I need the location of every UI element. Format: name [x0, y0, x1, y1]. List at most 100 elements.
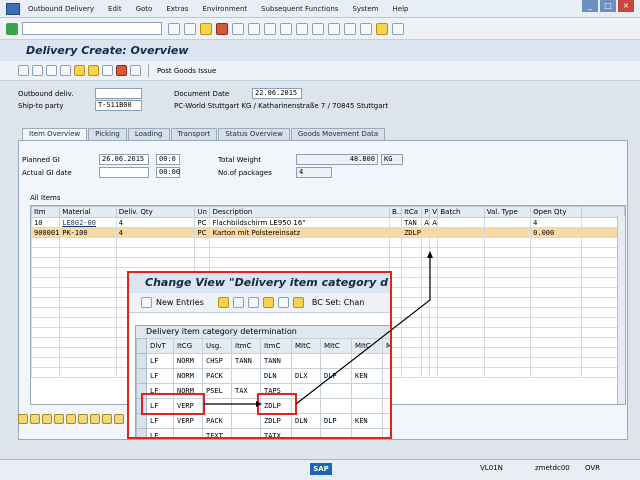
- status-system[interactable]: VL01N: [480, 464, 503, 472]
- batch-split-icon[interactable]: [78, 414, 88, 424]
- ov-cell[interactable]: [351, 398, 383, 414]
- ov-cell[interactable]: TANN: [260, 353, 292, 369]
- ov-cell[interactable]: VERP: [173, 398, 203, 414]
- ov-cell[interactable]: VERP: [173, 413, 203, 429]
- col-p[interactable]: P: [421, 206, 431, 218]
- ov-cell[interactable]: TATX: [260, 428, 292, 437]
- ov-cell[interactable]: TEXT: [202, 428, 232, 437]
- tab-loading[interactable]: Loading: [127, 128, 170, 140]
- minimize-icon[interactable]: _: [582, 0, 598, 12]
- command-field[interactable]: [22, 22, 162, 35]
- ov-cell[interactable]: TANN: [231, 353, 261, 369]
- ov-col-m[interactable]: M: [381, 338, 390, 354]
- ov-cell[interactable]: LF: [146, 383, 174, 399]
- ov-col-itcg[interactable]: ItCG: [173, 338, 203, 354]
- select-all-icon[interactable]: [262, 297, 274, 308]
- select-all-icon[interactable]: [18, 414, 28, 424]
- close-icon[interactable]: ×: [618, 0, 634, 12]
- sort-icon[interactable]: [102, 414, 112, 424]
- cell-v[interactable]: [429, 227, 439, 238]
- row-selector-header[interactable]: [136, 338, 147, 354]
- ov-row[interactable]: LF NORM PSEL TAX TAPS: [136, 383, 390, 399]
- ov-cell[interactable]: CHSP: [202, 353, 232, 369]
- ov-row[interactable]: LF NORM CHSP TANN TANN: [136, 353, 390, 369]
- menu-edit[interactable]: Edit: [108, 5, 122, 13]
- ov-col-itmc-2[interactable]: ItmC: [260, 338, 292, 354]
- col-description[interactable]: Description: [209, 206, 390, 218]
- ov-cell[interactable]: [381, 413, 390, 429]
- next-page-icon[interactable]: [312, 22, 324, 35]
- ov-cell[interactable]: NORM: [173, 383, 203, 399]
- ov-cell[interactable]: LF: [146, 353, 174, 369]
- cell-material[interactable]: LE802-00: [59, 217, 117, 228]
- filter-icon[interactable]: [114, 414, 124, 424]
- ov-cell[interactable]: PACK: [202, 413, 232, 429]
- col-itca[interactable]: ItCa: [401, 206, 423, 218]
- cell-openqty[interactable]: 0.000: [530, 227, 582, 238]
- find-next-icon[interactable]: [264, 22, 276, 35]
- new-entries-button[interactable]: New Entries: [156, 298, 204, 307]
- ov-cell[interactable]: [291, 383, 321, 399]
- cell-desc[interactable]: Karton mit Polstereinsatz: [209, 227, 390, 238]
- items-icon[interactable]: [88, 65, 99, 76]
- ov-cell[interactable]: [381, 353, 390, 369]
- cell-b[interactable]: [388, 227, 403, 238]
- cell-itca[interactable]: ZDLP: [401, 227, 423, 238]
- ov-cell[interactable]: PACK: [202, 368, 232, 384]
- prev-page-icon[interactable]: [296, 22, 308, 35]
- cell-itca[interactable]: TAN: [401, 217, 423, 228]
- cell-batch[interactable]: [437, 217, 485, 228]
- header-icon[interactable]: [74, 65, 85, 76]
- insert-row-icon[interactable]: [54, 414, 64, 424]
- tab-picking[interactable]: Picking: [88, 128, 127, 140]
- ov-cell[interactable]: [231, 398, 261, 414]
- partner-icon[interactable]: [102, 65, 113, 76]
- cell-p[interactable]: A: [421, 217, 431, 228]
- col-open-qty[interactable]: Open Qty: [530, 206, 582, 218]
- enter-button[interactable]: [6, 22, 18, 35]
- ov-cell[interactable]: DLN: [260, 368, 292, 384]
- ov-cell[interactable]: ZDLP: [260, 413, 292, 429]
- details-icon[interactable]: [42, 414, 52, 424]
- select-block-icon[interactable]: [277, 297, 289, 308]
- ov-col-dlvt[interactable]: DlvT: [146, 338, 174, 354]
- cancel-icon[interactable]: [216, 22, 228, 35]
- tab-item-overview[interactable]: Item Overview: [22, 128, 88, 140]
- ov-cell[interactable]: TAX: [231, 383, 261, 399]
- save-icon[interactable]: [168, 22, 180, 35]
- ov-cell[interactable]: NORM: [173, 353, 203, 369]
- delete-icon[interactable]: [232, 297, 244, 308]
- cell-batch[interactable]: [437, 227, 485, 238]
- menu-system[interactable]: System: [352, 5, 378, 13]
- ov-col-mitc[interactable]: MItC: [291, 338, 321, 354]
- col-itm[interactable]: Itm: [30, 206, 61, 218]
- ship-to-field[interactable]: T-S11B00: [95, 100, 142, 111]
- ov-cell[interactable]: PSEL: [202, 383, 232, 399]
- ov-cell[interactable]: DLP: [320, 368, 352, 384]
- ov-cell[interactable]: NORM: [173, 368, 203, 384]
- row-selector[interactable]: [136, 413, 147, 429]
- new-session-icon[interactable]: [344, 22, 356, 35]
- col-v[interactable]: V: [429, 206, 439, 218]
- menu-extras[interactable]: Extras: [166, 5, 188, 13]
- cell-itm[interactable]: 900001: [30, 227, 61, 238]
- ov-cell[interactable]: [291, 428, 321, 437]
- ov-col-mitc-3[interactable]: MItC: [351, 338, 383, 354]
- ov-cell[interactable]: [381, 428, 390, 437]
- ov-cell[interactable]: [202, 398, 232, 414]
- col-val-type[interactable]: Val. Type: [483, 206, 532, 218]
- deselect-all-icon[interactable]: [292, 297, 304, 308]
- ov-cell[interactable]: [320, 383, 352, 399]
- menu-outbound-delivery[interactable]: Outbound Delivery: [28, 5, 94, 13]
- ov-cell[interactable]: [351, 428, 383, 437]
- exit-icon[interactable]: [200, 22, 212, 35]
- row-selector[interactable]: [136, 428, 147, 437]
- undo-icon[interactable]: [247, 297, 259, 308]
- cell-qty[interactable]: 4: [115, 227, 196, 238]
- delete-row-icon[interactable]: [66, 414, 76, 424]
- cell-valtype[interactable]: [483, 217, 532, 228]
- col-b[interactable]: B..: [388, 206, 403, 218]
- document-date-field[interactable]: 22.06.2015: [252, 88, 302, 99]
- ov-cell[interactable]: [320, 398, 352, 414]
- ov-cell[interactable]: KEN: [351, 368, 383, 384]
